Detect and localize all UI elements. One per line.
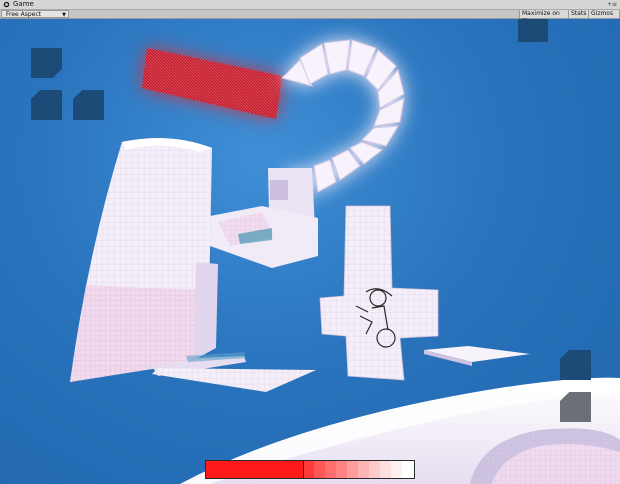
- health-bar-seg: [358, 461, 369, 478]
- cross-platform-object: [319, 205, 439, 381]
- tall-tower-object: [70, 138, 218, 382]
- red-banner-object: [142, 48, 282, 119]
- health-bar-marker: [303, 461, 304, 478]
- hud-slot-bottom-right: [560, 350, 591, 380]
- game-scene: [70, 39, 620, 484]
- health-bar-seg: [402, 461, 414, 478]
- aspect-dropdown-value: Free Aspect: [6, 11, 42, 18]
- health-bar-fill: [206, 461, 303, 478]
- hud-slot-top: [31, 48, 62, 78]
- health-bar-seg: [369, 461, 380, 478]
- window-titlebar: Game +≡: [0, 0, 620, 10]
- health-bar-seg: [380, 461, 391, 478]
- health-bar-seg: [391, 461, 402, 478]
- hud-slot-bottom-right-gray: [560, 392, 591, 422]
- health-bar-seg: [303, 461, 314, 478]
- game-toolbar: Free Aspect ▼ Maximize on Play Stats Giz…: [0, 10, 620, 25]
- central-pillar-object: [210, 168, 318, 268]
- floating-platform-object: [424, 346, 530, 366]
- health-bar-seg: [314, 461, 325, 478]
- window-title: Game: [13, 0, 34, 8]
- health-bar-seg: [347, 461, 358, 478]
- health-bar-seg: [325, 461, 336, 478]
- hud-slot-top-right: [518, 19, 548, 42]
- hud-slot-left: [31, 90, 62, 120]
- game-viewport[interactable]: [0, 19, 620, 484]
- maximize-on-play-button[interactable]: Maximize on Play: [519, 10, 569, 25]
- aspect-dropdown[interactable]: Free Aspect ▼: [1, 10, 69, 18]
- stats-button[interactable]: Stats: [569, 10, 589, 18]
- health-bar: [205, 460, 415, 479]
- dropdown-arrow-icon: ▼: [62, 12, 66, 18]
- gizmos-button[interactable]: Gizmos: [589, 10, 620, 18]
- window-menu-icon[interactable]: +≡: [607, 0, 617, 9]
- unity-game-icon: [3, 1, 10, 8]
- hud-slot-right: [73, 90, 104, 120]
- health-bar-seg: [336, 461, 347, 478]
